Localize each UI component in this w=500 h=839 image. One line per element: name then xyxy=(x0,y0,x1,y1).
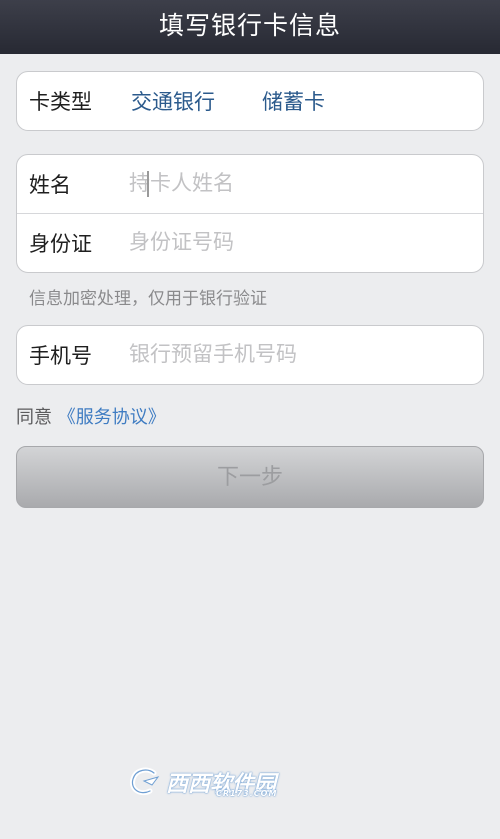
phone-label: 手机号 xyxy=(29,344,92,368)
service-agreement-link[interactable]: 《服务协议》 xyxy=(58,407,166,428)
watermark-c-icon xyxy=(129,767,160,796)
card-type-card: 卡类型 交通银行 储蓄卡 xyxy=(16,71,484,131)
card-kind-value: 储蓄卡 xyxy=(262,90,325,114)
name-label: 姓名 xyxy=(29,173,71,197)
name-row: 姓名 xyxy=(17,155,483,213)
cardholder-name-input[interactable] xyxy=(129,163,459,203)
watermark-subtext: CR173.COM xyxy=(216,788,278,798)
identity-card: 姓名 身份证 xyxy=(16,154,484,273)
phone-row: 手机号 xyxy=(17,326,483,384)
card-type-label: 卡类型 xyxy=(29,90,92,114)
agreement-prefix: 同意 xyxy=(16,407,52,428)
id-label: 身份证 xyxy=(29,232,92,256)
phone-card: 手机号 xyxy=(16,325,484,385)
page-title: 填写银行卡信息 xyxy=(158,11,341,40)
id-number-input[interactable] xyxy=(129,222,459,262)
agreement-line: 同意 《服务协议》 xyxy=(16,403,166,429)
watermark-logo: 西西软件园 CR173.COM xyxy=(128,766,277,798)
navigation-bar: 填写银行卡信息 xyxy=(0,0,500,54)
id-row: 身份证 xyxy=(17,213,483,272)
next-step-button[interactable]: 下一步 xyxy=(16,446,484,508)
encryption-hint: 信息加密处理，仅用于银行验证 xyxy=(29,289,267,309)
text-cursor xyxy=(147,171,149,197)
bank-name-value: 交通银行 xyxy=(131,90,215,114)
phone-number-input[interactable] xyxy=(129,334,459,374)
card-type-row[interactable]: 卡类型 交通银行 储蓄卡 xyxy=(17,72,483,130)
